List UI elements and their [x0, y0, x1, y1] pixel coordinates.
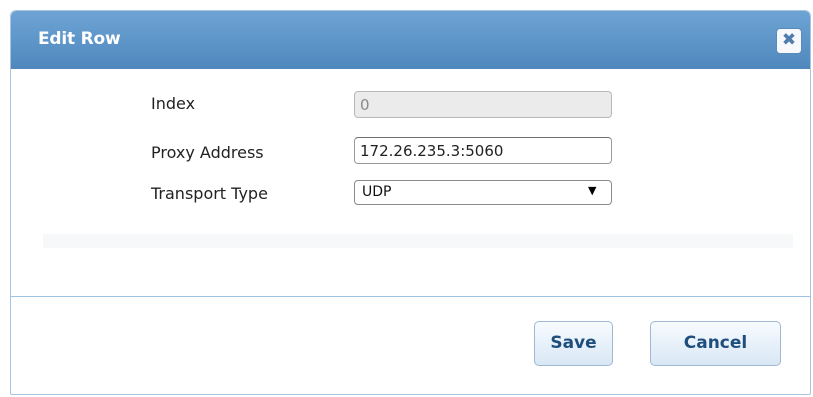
close-icon: ✖	[781, 30, 797, 50]
transport-type-value: UDP	[362, 184, 392, 200]
dialog-title-bar[interactable]: Edit Row ✖	[11, 11, 810, 69]
proxy-address-label: Proxy Address	[151, 143, 264, 162]
transport-type-select[interactable]: UDP ▼	[354, 180, 612, 205]
edit-row-dialog: Edit Row ✖ Index Proxy Address Transport…	[10, 10, 811, 395]
index-label: Index	[151, 94, 196, 113]
footer-divider	[11, 296, 810, 297]
dropdown-arrow-icon: ▼	[588, 184, 597, 197]
cancel-button[interactable]: Cancel	[650, 321, 781, 366]
close-button[interactable]: ✖	[776, 28, 802, 54]
transport-type-label: Transport Type	[151, 184, 268, 203]
proxy-address-field[interactable]	[354, 137, 612, 164]
index-field[interactable]	[354, 91, 612, 118]
save-button[interactable]: Save	[534, 321, 613, 366]
dialog-title: Edit Row	[38, 29, 121, 49]
empty-section	[43, 234, 793, 248]
